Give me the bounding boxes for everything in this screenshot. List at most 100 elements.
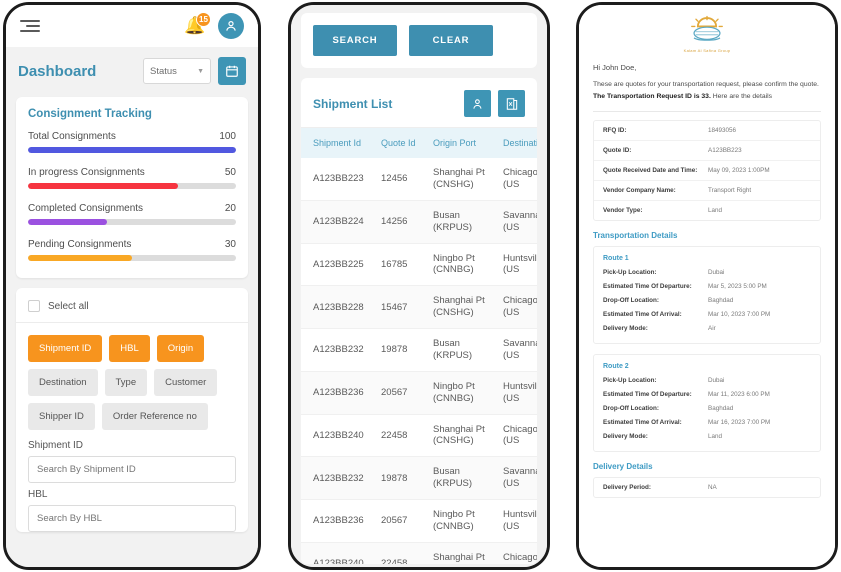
metric-label: In progress Consignments xyxy=(28,167,145,178)
table-row[interactable]: A123BB23219878Busan(KRPUS)Savannah(US xyxy=(301,456,537,500)
avatar[interactable] xyxy=(218,13,244,39)
metric-progress-track xyxy=(28,255,236,261)
cell-origin-port: Shanghai Pt(CNSHG) xyxy=(421,414,491,458)
filter-chip[interactable]: Customer xyxy=(154,369,218,396)
cell-quote-id: 20567 xyxy=(369,499,421,543)
metric-label: Completed Consignments xyxy=(28,203,144,214)
cell-shipment-id: A123BB236 xyxy=(301,499,369,543)
divider xyxy=(593,111,821,113)
cell-origin-port: Ningbo Pt (CNNBG) xyxy=(421,243,491,287)
cell-quote-id: 14256 xyxy=(369,200,421,244)
shipment-list-screen: SEARCH CLEAR Shipment List Shipment Id Q… xyxy=(291,5,547,567)
metric-row: In progress Consignments 50 xyxy=(28,167,236,178)
metric-label: Total Consignments xyxy=(28,131,116,142)
table-row[interactable]: A123BB23620567Ningbo Pt(CNNBG)Huntsville… xyxy=(301,371,537,415)
table-row[interactable]: A123BB24022458Shanghai Pt(CNSHG)Chicago(… xyxy=(301,414,537,458)
search-button[interactable]: SEARCH xyxy=(313,25,397,56)
select-all-row[interactable]: Select all xyxy=(16,288,248,323)
route-detail-row: Pick-Up Location: Dubai xyxy=(603,377,811,384)
clear-button[interactable]: CLEAR xyxy=(409,25,493,56)
detail-value: Mar 11, 2023 6:00 PM xyxy=(708,391,770,399)
table-row[interactable]: A123BB223 12456 Shanghai Pt (CNSHG) Chicago(… xyxy=(301,158,537,201)
metric-row: Total Consignments 100 xyxy=(28,131,236,142)
table-row[interactable]: A123BB24022458Shanghai Pt(CNSHG)Chicago(… xyxy=(301,542,537,564)
search-input[interactable] xyxy=(28,456,236,483)
route-card: Route 1 Pick-Up Location: Dubai Estimated T… xyxy=(593,246,821,345)
calendar-button[interactable] xyxy=(218,57,246,85)
cell-shipment-id: A123BB223 xyxy=(301,158,369,201)
cell-destination-port: Chicago(US xyxy=(491,414,537,458)
cell-shipment-id: A123BB228 xyxy=(301,285,369,329)
detail-value: Land xyxy=(708,433,723,441)
table-row[interactable]: A123BB22516785Ningbo Pt(CNNBG)Huntsville… xyxy=(301,243,537,287)
detail-value: Mar 16, 2023 7:00 PM xyxy=(708,419,771,427)
select-all-checkbox[interactable] xyxy=(28,300,40,312)
route-detail-row: Estimated Time Of Arrival: Mar 10, 2023 7… xyxy=(603,311,811,318)
metric-value: 30 xyxy=(224,239,236,250)
metric-label: Pending Consignments xyxy=(28,239,132,250)
detail-key: Delivery Mode: xyxy=(603,325,648,333)
metrics-list: Total Consignments 100 In progress Consign… xyxy=(16,126,248,278)
detail-key: Pick-Up Location: xyxy=(603,377,657,385)
table-row[interactable]: A123BB23219878Busan(KRPUS)Savannah(US xyxy=(301,328,537,372)
app-topbar: 🔔 15 xyxy=(6,5,258,47)
table-row[interactable]: A123BB22414256Busan(KRPUS)Savannah(US xyxy=(301,200,537,244)
metric-item: Total Consignments 100 xyxy=(28,131,236,153)
detail-key: Pick-Up Location: xyxy=(603,269,657,277)
transportation-details-title: Transportation Details xyxy=(593,231,678,241)
detail-value: Air xyxy=(708,325,716,333)
filters-card: Select all Shipment ID HBL Origin Destinati… xyxy=(16,288,248,532)
greeting-text: Hi John Doe, xyxy=(593,63,637,72)
filter-field: Shipment ID xyxy=(16,434,248,483)
excel-export-icon xyxy=(506,97,517,110)
detail-value: May 09, 2023 1:00PM xyxy=(708,167,770,175)
detail-key: Estimated Time Of Arrival: xyxy=(603,311,682,319)
detail-value: A123BB223 xyxy=(708,147,742,155)
delivery-row: Delivery Period: NA xyxy=(594,478,820,497)
select-all-label: Select all xyxy=(48,300,89,312)
cell-shipment-id: A123BB236 xyxy=(301,371,369,415)
filter-chip[interactable]: Origin xyxy=(156,335,205,362)
metric-value: 100 xyxy=(219,131,236,142)
detail-value: Mar 5, 2023 5:00 PM xyxy=(708,283,767,291)
table-row[interactable]: A123BB228 15467 Shanghai Pt (CNSHG) Chicago(… xyxy=(301,285,537,329)
hamburger-menu-icon[interactable] xyxy=(20,20,40,32)
cell-shipment-id: A123BB240 xyxy=(301,542,369,564)
cell-shipment-id: A123BB232 xyxy=(301,328,369,372)
cell-shipment-id: A123BB232 xyxy=(301,456,369,500)
filter-chip[interactable]: Type xyxy=(104,369,148,396)
filter-chip[interactable]: Order Reference no xyxy=(101,403,208,430)
kalam-al-safina-logo-icon xyxy=(691,15,723,41)
field-label: HBL xyxy=(28,489,48,500)
consignment-tracking-card: Consignment Tracking Total Consignments 1… xyxy=(16,97,248,278)
list-actions xyxy=(464,90,525,117)
notifications-button[interactable]: 🔔 15 xyxy=(184,12,211,37)
filter-chip[interactable]: Shipment ID xyxy=(28,335,103,362)
cell-origin-port: Shanghai Pt(CNSHG) xyxy=(421,285,491,329)
filter-chip-group: Shipment ID HBL Origin Destination Type Custo… xyxy=(16,323,248,434)
cell-destination-port: Savannah(US xyxy=(491,200,537,244)
export-excel-button[interactable] xyxy=(498,90,525,117)
shipment-table: Shipment IdQuote IdOrigin PortDestinatio… xyxy=(301,128,537,564)
detail-key: Delivery Period: xyxy=(603,484,651,492)
phone-frame-shipment-list: SEARCH CLEAR Shipment List Shipment Id Q… xyxy=(288,2,550,570)
filter-chip[interactable]: HBL xyxy=(109,335,150,362)
intro-tail-text: Here are the details xyxy=(710,93,773,101)
table-row[interactable]: A123BB23620567Ningbo Pt(CNNBG)Huntsville… xyxy=(301,499,537,543)
detail-value: Mar 10, 2023 7:00 PM xyxy=(708,311,771,319)
assign-user-button[interactable] xyxy=(464,90,491,117)
logo-caption: Kalam Al Safina Group xyxy=(683,48,731,53)
filter-chip[interactable]: Shipper ID xyxy=(28,403,95,430)
search-input[interactable] xyxy=(28,505,236,532)
metric-progress-fill xyxy=(28,183,178,189)
detail-value: NA xyxy=(708,484,717,492)
detail-value: 18493056 xyxy=(708,127,737,135)
filter-chip[interactable]: Destination xyxy=(28,369,98,396)
cell-quote-id: 15467 xyxy=(369,285,421,329)
metric-item: Completed Consignments 20 xyxy=(28,203,236,225)
detail-value: Dubai xyxy=(708,269,725,277)
phone-frame-dashboard: 🔔 15 Dashboard Status ▼ Consignment Trac… xyxy=(3,2,261,570)
detail-key: RFQ ID: xyxy=(603,127,627,135)
route-detail-row: Delivery Mode: Land xyxy=(603,433,811,440)
status-select[interactable]: Status ▼ xyxy=(143,58,211,84)
